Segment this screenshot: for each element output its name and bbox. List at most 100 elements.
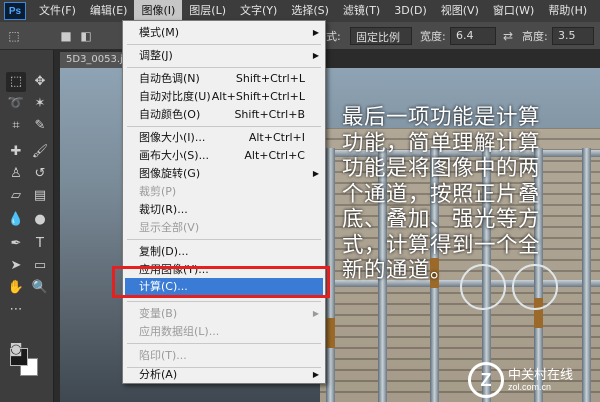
menu-item-shortcut: Shift+Ctrl+L [235,72,305,85]
menu-item-trim[interactable]: 裁切(R)... [123,201,325,218]
watermark-name-cn: 中关村在线 [508,368,574,383]
marquee-preset-icon[interactable]: ⬚ [6,28,22,44]
menu-3d[interactable]: 3D(D) [387,0,434,22]
menu-item-analysis[interactable]: 分析(A) ▶ [123,366,325,383]
menu-item-reveal-all: 显示全部(V) [123,219,325,236]
menu-item-canvas-size[interactable]: 画布大小(S)... Alt+Ctrl+C [123,147,325,164]
brush-tool-icon[interactable]: 🖌 [30,142,50,162]
pen-tool-icon[interactable]: ✒ [6,234,26,254]
menu-item-auto-tone[interactable]: 自动色调(N) Shift+Ctrl+L [123,70,325,87]
add-selection-icon[interactable]: ◧ [78,28,94,44]
menu-item-label: 变量(B) [139,307,178,320]
move-tool-icon[interactable]: ✥ [30,72,50,92]
more-tools-icon[interactable]: ⋯ [6,300,26,320]
menu-item-apply-data-set: 应用数据组(L)... [123,323,325,340]
menu-help[interactable]: 帮助(H) [541,0,594,22]
menu-item-label: 画布大小(S)... [139,149,210,162]
menu-select[interactable]: 选择(S) [284,0,336,22]
menu-item-label: 图像旋转(G) [139,167,201,180]
menu-image[interactable]: 图像(I) [134,0,183,22]
menu-item-shortcut: Alt+Ctrl+C [244,149,305,162]
menu-item-shortcut: Alt+Shift+Ctrl+L [211,90,305,103]
caption-line: 底、叠加、强光等方 [342,207,541,232]
caption-line: 个通道，按照正片叠 [342,181,541,207]
menu-filter[interactable]: 滤镜(T) [336,0,387,22]
menu-item-label: 显示全部(V) [139,221,200,234]
width-label: 宽度: [420,30,446,43]
marquee-tool-icon[interactable]: ⬚ [6,72,26,92]
swap-icon[interactable]: ⇄ [500,28,516,44]
height-label: 高度: [522,30,548,43]
clone-stamp-icon[interactable]: ♙ [6,164,26,184]
menu-separator [127,301,321,302]
menu-item-label: 图像大小(I)... [139,131,206,144]
caption-line: 功能，简单理解计算 [342,130,541,156]
caption-line: 新的通道。 [342,258,453,283]
caption-line: 式，计算得到一个全 [342,232,541,258]
menu-separator [127,44,321,45]
menu-layer[interactable]: 图层(L) [182,0,233,22]
menu-item-shortcut: Shift+Ctrl+B [234,108,305,121]
shape-tool-icon[interactable]: ▭ [30,256,50,276]
menu-item-trap: 陷印(T)... [123,347,325,364]
dodge-tool-icon[interactable]: ● [30,210,50,230]
menu-item-auto-contrast[interactable]: 自动对比度(U) Alt+Shift+Ctrl+L [123,88,325,105]
menu-item-label: 应用数据组(L)... [139,325,220,338]
menu-item-auto-color[interactable]: 自动颜色(O) Shift+Ctrl+B [123,106,325,123]
menu-item-label: 自动色调(N) [139,72,200,85]
annotation-highlight-box [112,266,330,298]
photo-rust [326,318,335,348]
menu-item-label: 自动颜色(O) [139,108,201,121]
menu-separator [127,343,321,344]
image-menu-dropdown: 模式(M) ▶ 调整(J) ▶ 自动色调(N) Shift+Ctrl+L 自动对… [122,20,326,384]
menu-item-label: 陷印(T)... [139,349,187,362]
watermark-name-en: zol.com.cn [508,382,552,392]
gradient-tool-icon[interactable]: ▤ [30,186,50,206]
width-field[interactable]: 6.4 [450,27,496,45]
menu-item-image-rotation[interactable]: 图像旋转(G) ▶ [123,165,325,182]
menu-items: 文件(F) 编辑(E) 图像(I) 图层(L) 文字(Y) 选择(S) 滤镜(T… [32,0,594,22]
crop-tool-icon[interactable]: ⌗ [6,116,26,136]
eyedropper-icon[interactable]: ✎ [30,116,50,136]
photoshop-logo-icon: Ps [4,2,26,20]
hand-tool-icon[interactable]: ✋ [6,278,26,298]
style-label: 式: [326,30,341,43]
menu-window[interactable]: 窗口(W) [486,0,541,22]
menu-item-duplicate[interactable]: 复制(D)... [123,243,325,260]
new-selection-icon[interactable]: ■ [58,28,74,44]
quick-mask-icon[interactable]: ◙ [6,340,26,360]
menu-item-variables: 变量(B) ▶ [123,305,325,322]
submenu-arrow-icon: ▶ [312,28,319,37]
path-selection-icon[interactable]: ➤ [6,256,26,276]
style-select[interactable]: 固定比例 [350,27,412,45]
menu-item-shortcut: Alt+Ctrl+I [248,131,305,144]
menu-separator [127,239,321,240]
menu-item-label: 复制(D)... [139,245,189,258]
menu-view[interactable]: 视图(V) [434,0,486,22]
menu-item-adjustments[interactable]: 调整(J) ▶ [123,47,325,64]
lasso-tool-icon[interactable]: ➰ [6,94,26,114]
menu-edit[interactable]: 编辑(E) [83,0,135,22]
submenu-arrow-icon: ▶ [312,309,319,318]
menu-separator [127,67,321,68]
height-field[interactable]: 3.5 [552,27,594,45]
history-brush-icon[interactable]: ↺ [30,164,50,184]
menu-type[interactable]: 文字(Y) [233,0,284,22]
caption-text: 最后一项功能是计算 功能，简单理解计算 功能是将图像中的两 个通道，按照正片叠 … [342,105,592,284]
menu-item-label: 模式(M) [139,26,180,39]
menu-item-mode[interactable]: 模式(M) ▶ [123,24,325,41]
zol-logo-icon: Z [468,362,504,398]
menu-item-image-size[interactable]: 图像大小(I)... Alt+Ctrl+I [123,129,325,146]
type-tool-icon[interactable]: T [30,234,50,254]
magic-wand-icon[interactable]: ✶ [30,94,50,114]
watermark: Z 中关村在线 zol.com.cn [468,362,596,398]
menu-item-label: 裁剪(P) [139,185,177,198]
healing-brush-icon[interactable]: ✚ [6,142,26,162]
eraser-icon[interactable]: ▱ [6,186,26,206]
zoom-tool-icon[interactable]: 🔍 [30,278,50,298]
blur-tool-icon[interactable]: 💧 [6,210,26,230]
menu-file[interactable]: 文件(F) [32,0,83,22]
menu-item-label: 裁切(R)... [139,203,188,216]
menu-item-label: 调整(J) [139,49,173,62]
caption-line: 功能是将图像中的两 [342,156,541,181]
